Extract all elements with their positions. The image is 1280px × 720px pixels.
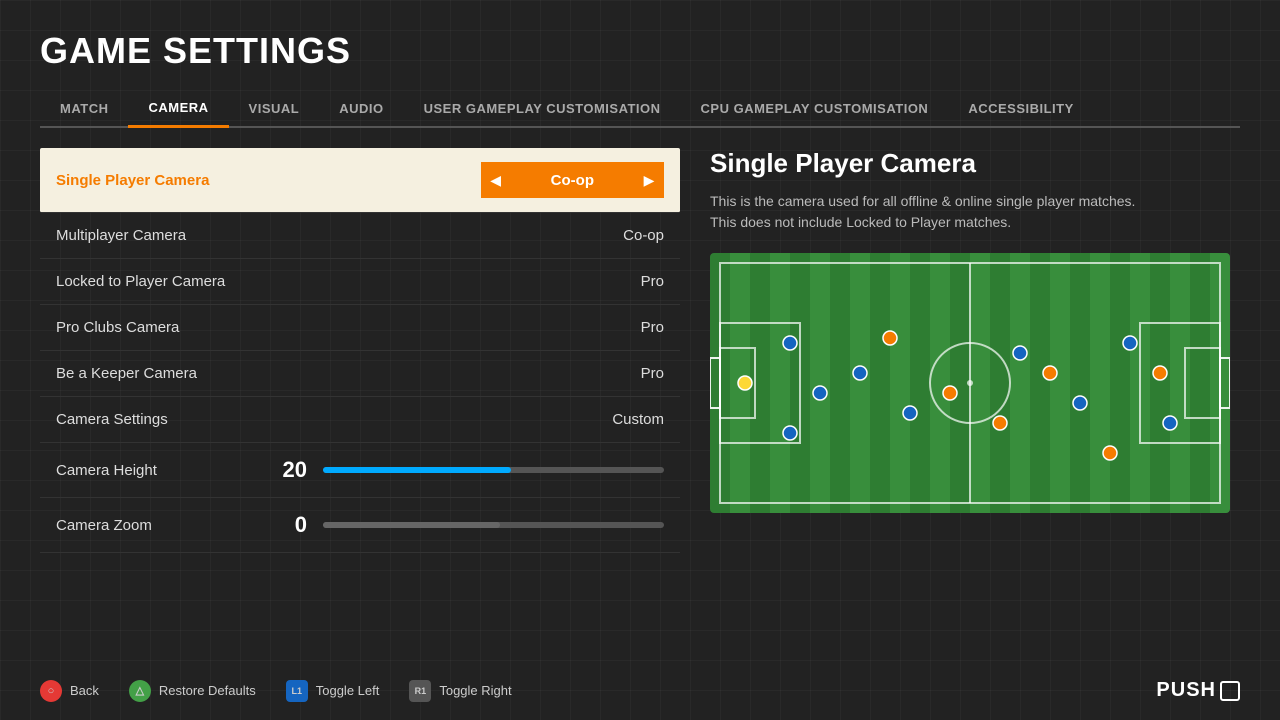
value-selector-single-player[interactable]: ◀ Co-op ▶ [481,162,664,198]
tab-user-gameplay[interactable]: USER GAMEPLAY CUSTOMISATION [404,93,681,126]
setting-multiplayer-camera[interactable]: Multiplayer Camera Co-op [40,213,680,259]
slider-value-zoom: 0 [272,512,307,538]
soccer-field-svg [710,253,1230,513]
setting-locked-player-camera[interactable]: Locked to Player Camera Pro [40,259,680,305]
setting-value-locked-player: Pro [641,273,664,290]
setting-value-multiplayer: Co-op [623,227,664,244]
setting-label-multiplayer: Multiplayer Camera [56,227,186,244]
setting-label-camera-settings: Camera Settings [56,411,168,428]
tab-camera[interactable]: CAMERA [128,92,228,128]
slider-track-height[interactable] [323,467,664,473]
slider-value-height: 20 [272,457,307,483]
arrow-right-single-player[interactable]: ▶ [634,162,664,198]
slider-label-zoom: Camera Zoom [56,517,256,534]
setting-label-locked-player: Locked to Player Camera [56,273,225,290]
tab-audio[interactable]: AUDIO [319,93,403,126]
detail-title: Single Player Camera [710,148,1240,179]
setting-value-keeper: Pro [641,365,664,382]
slider-fill-height [323,467,511,473]
slider-row-camera-height: Camera Height 20 [40,443,680,498]
detail-description: This is the camera used for all offline … [710,191,1240,233]
arrow-left-single-player[interactable]: ◀ [481,162,511,198]
slider-fill-zoom [323,522,500,528]
slider-row-camera-zoom: Camera Zoom 0 [40,498,680,553]
page-title: GAME SETTINGS [40,30,1240,72]
setting-label-pro-clubs: Pro Clubs Camera [56,319,179,336]
setting-pro-clubs-camera[interactable]: Pro Clubs Camera Pro [40,305,680,351]
detail-panel: Single Player Camera This is the camera … [710,148,1240,688]
setting-camera-settings[interactable]: Camera Settings Custom [40,397,680,443]
tab-cpu-gameplay[interactable]: CPU GAMEPLAY CUSTOMISATION [681,93,949,126]
setting-value-camera-settings: Custom [612,411,664,428]
slider-label-height: Camera Height [56,462,256,479]
setting-value-pro-clubs: Pro [641,319,664,336]
settings-panel: Single Player Camera ◀ Co-op ▶ Multiplay… [40,148,680,688]
setting-label-single-player: Single Player Camera [56,172,209,189]
tab-visual[interactable]: VISUAL [229,93,320,126]
setting-label-keeper: Be a Keeper Camera [56,365,197,382]
setting-single-player-camera[interactable]: Single Player Camera ◀ Co-op ▶ [40,148,680,213]
tab-match[interactable]: MATCH [40,93,128,126]
slider-track-zoom[interactable] [323,522,664,528]
tab-accessibility[interactable]: ACCESSIBILITY [948,93,1093,126]
value-display-single-player: Co-op [511,162,634,198]
tab-navigation: MATCH CAMERA VISUAL AUDIO USER GAMEPLAY … [40,92,1240,128]
field-preview [710,253,1230,513]
setting-keeper-camera[interactable]: Be a Keeper Camera Pro [40,351,680,397]
